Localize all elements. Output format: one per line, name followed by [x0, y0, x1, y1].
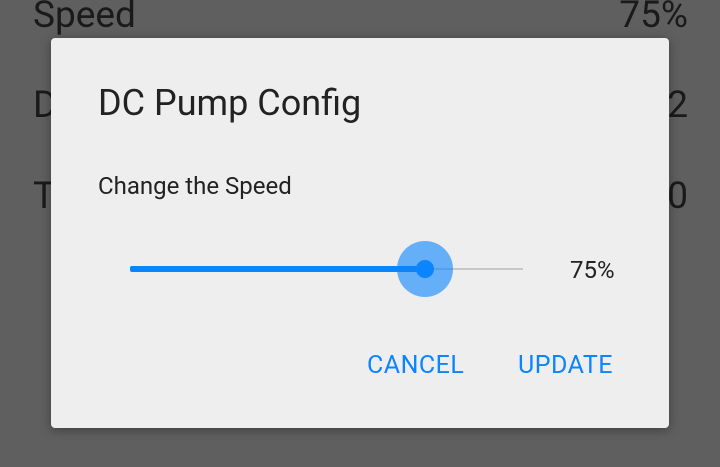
slider-value-label: 75%: [570, 256, 615, 284]
speed-slider[interactable]: [130, 241, 523, 297]
slider-fill: [130, 266, 425, 272]
list-item-value: 75%: [619, 0, 688, 37]
list-item-value: 0: [667, 175, 688, 218]
list-item-value: 2: [667, 84, 688, 127]
dialog-title: DC Pump Config: [98, 82, 362, 124]
slider-thumb[interactable]: [416, 260, 434, 278]
pump-config-dialog: DC Pump Config Change the Speed 75% CANC…: [51, 38, 669, 428]
list-item-label: Speed: [33, 0, 136, 37]
dialog-subtitle: Change the Speed: [98, 172, 292, 200]
cancel-button[interactable]: CANCEL: [367, 351, 464, 380]
update-button[interactable]: UPDATE: [518, 351, 613, 380]
